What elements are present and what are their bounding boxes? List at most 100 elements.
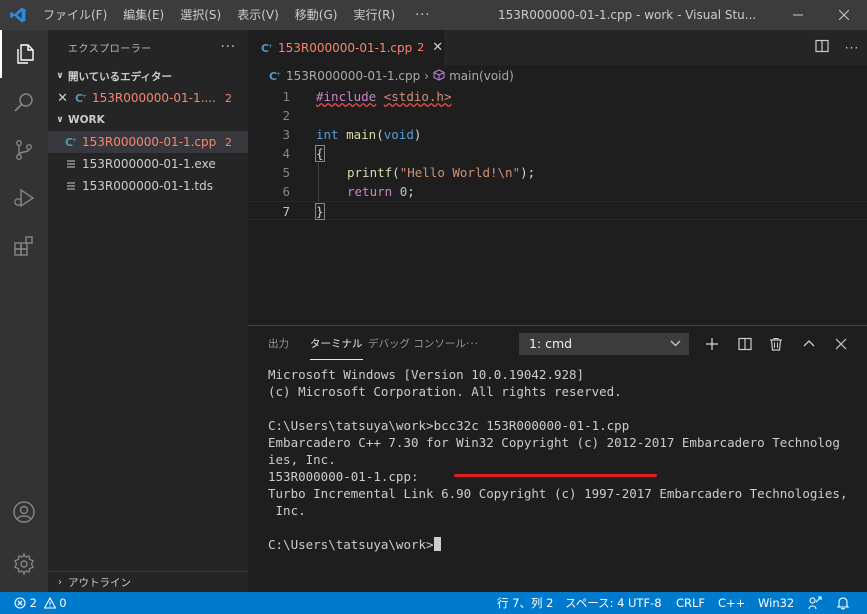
menu-selection[interactable]: 選択(S) <box>172 0 229 30</box>
file-item-cpp[interactable]: C + 153R000000-01-1.cpp 2 <box>48 131 248 153</box>
explorer-icon[interactable] <box>0 30 48 78</box>
param-keyword: void <box>383 127 414 142</box>
return-keyword: return <box>347 184 393 199</box>
chevron-right-icon: › <box>58 577 62 588</box>
run-debug-icon[interactable] <box>0 174 48 222</box>
close-editor-icon[interactable]: ✕ <box>48 91 68 106</box>
window-title: 153R000000-01-1.cpp - work - Visual Stu.… <box>498 8 757 22</box>
language-mode[interactable]: C++ <box>718 592 745 614</box>
line-number: 2 <box>282 108 290 123</box>
warning-icon <box>43 596 57 610</box>
open-editor-item[interactable]: ✕ C + 153R000000-01-1.... 2 <box>48 87 248 109</box>
bell-icon[interactable] <box>836 592 850 614</box>
split-editor-icon[interactable] <box>807 39 837 56</box>
outline-section-header[interactable]: › アウトライン <box>48 571 248 593</box>
menu-go[interactable]: 移動(G) <box>287 0 346 30</box>
terminal-prompt: C:\Users\tatsuya\work> <box>268 537 434 552</box>
open-editors-label: 開いているエディター <box>68 70 172 83</box>
terminal-line: ies, Inc. <box>268 452 336 467</box>
line-number: 3 <box>282 127 290 142</box>
menu-view[interactable]: 表示(V) <box>229 0 287 30</box>
close-panel-icon[interactable] <box>830 333 852 355</box>
terminal-output[interactable]: Microsoft Windows [Version 10.0.19042.92… <box>268 366 858 553</box>
type-keyword: int <box>316 127 339 142</box>
vscode-logo-icon <box>0 0 35 30</box>
panel-more-icon[interactable]: ··· <box>466 326 479 361</box>
open-editors-header[interactable]: ∨ 開いているエディター <box>48 65 248 87</box>
feedback-icon[interactable] <box>808 592 822 614</box>
encoding[interactable]: UTF-8 <box>628 592 662 614</box>
tab-output[interactable]: 出力 <box>268 326 289 361</box>
close-window-button[interactable] <box>821 0 867 30</box>
gear-icon[interactable] <box>0 540 48 588</box>
maximize-button[interactable] <box>775 0 821 30</box>
line-number: 1 <box>282 89 290 104</box>
terminal-line: C:\Users\tatsuya\work>bcc32c 153R000000-… <box>268 418 630 433</box>
close-tab-icon[interactable]: ✕ <box>432 40 443 55</box>
explorer-more-icon[interactable]: ··· <box>221 40 236 55</box>
code-line: 3 int main(void) <box>248 125 867 144</box>
indentation[interactable]: スペース: 4 <box>565 592 624 614</box>
file-label: 153R000000-01-1.exe <box>82 157 216 171</box>
paren: ); <box>520 165 536 180</box>
extensions-icon[interactable] <box>0 222 48 270</box>
string-literal: "Hello World!\n" <box>399 165 521 180</box>
error-count: 2 <box>29 596 37 610</box>
chevron-down-icon: ∨ <box>56 115 64 125</box>
file-lines-icon <box>64 179 78 193</box>
account-icon[interactable] <box>0 488 48 536</box>
tab-terminal[interactable]: ターミナル <box>310 326 363 360</box>
tab-problem-badge: 2 <box>417 41 425 54</box>
activity-bar <box>0 30 48 592</box>
line-number: 7 <box>282 204 290 219</box>
warning-count: 0 <box>59 596 67 610</box>
semicolon: ; <box>407 184 415 199</box>
terminal-select[interactable]: 1: cmd <box>519 333 689 355</box>
editor-more-icon[interactable]: ··· <box>837 41 867 55</box>
editor-actions: ··· <box>807 30 867 65</box>
terminal-panel: 出力 ターミナル デバッグ コンソール ··· 1: cmd Microsoft… <box>248 325 867 592</box>
code-editor[interactable]: 1 #include <stdio.h> 2 3 int main(void) … <box>248 87 867 325</box>
problems-status[interactable]: 2 0 <box>14 592 67 614</box>
breadcrumb-symbol[interactable]: main(void) <box>449 69 514 83</box>
breadcrumb-file[interactable]: 153R000000-01-1.cpp <box>286 69 420 83</box>
paren: ( <box>376 127 384 142</box>
chevron-down-icon <box>670 333 681 362</box>
trash-icon[interactable] <box>765 333 787 355</box>
svg-text:+: + <box>268 43 273 50</box>
terminal-line: Inc. <box>268 503 306 518</box>
line-ending[interactable]: CRLF <box>676 592 705 614</box>
source-control-icon[interactable] <box>0 126 48 174</box>
tab-label: 153R000000-01-1.cpp <box>278 40 413 55</box>
workspace-header[interactable]: ∨ WORK <box>48 109 248 131</box>
svg-text:+: + <box>276 71 281 78</box>
menu-edit[interactable]: 編集(E) <box>115 0 172 30</box>
file-item-exe[interactable]: 153R000000-01-1.exe <box>48 153 248 175</box>
paren: ) <box>413 127 422 142</box>
file-label: 153R000000-01-1.tds <box>82 179 214 193</box>
maximize-panel-icon[interactable] <box>798 333 820 355</box>
current-line: 7 } <box>248 201 867 220</box>
cursor-position[interactable]: 行 7、列 2 <box>497 592 553 614</box>
split-terminal-icon[interactable] <box>734 333 756 355</box>
code-line: 4 { <box>248 144 867 163</box>
search-icon[interactable] <box>0 78 48 126</box>
terminal-line: Turbo Incremental Link 6.90 Copyright (c… <box>268 486 848 501</box>
menu-file[interactable]: ファイル(F) <box>35 0 115 30</box>
editor-tab[interactable]: C + 153R000000-01-1.cpp 2 ✕ <box>248 30 444 65</box>
platform[interactable]: Win32 <box>758 592 794 614</box>
status-bar: 2 0 行 7、列 2 スペース: 4 UTF-8 CRLF C++ Win32 <box>0 592 867 614</box>
code-line: 6 return 0; <box>248 182 867 201</box>
menu-run[interactable]: 実行(R) <box>345 0 403 30</box>
tab-debug-console[interactable]: デバッグ コンソール <box>368 326 466 361</box>
cpp-file-icon: C + <box>260 41 274 55</box>
new-terminal-icon[interactable] <box>701 333 723 355</box>
file-item-tds[interactable]: 153R000000-01-1.tds <box>48 175 248 197</box>
red-underline-annotation <box>454 474 657 477</box>
cpp-file-icon: C + <box>64 135 78 149</box>
breadcrumb: C + 153R000000-01-1.cpp › main(void) <box>248 65 867 87</box>
menu-more-icon[interactable]: ··· <box>403 8 442 23</box>
problem-count-badge: 2 <box>225 91 232 105</box>
line-number: 5 <box>282 165 290 180</box>
